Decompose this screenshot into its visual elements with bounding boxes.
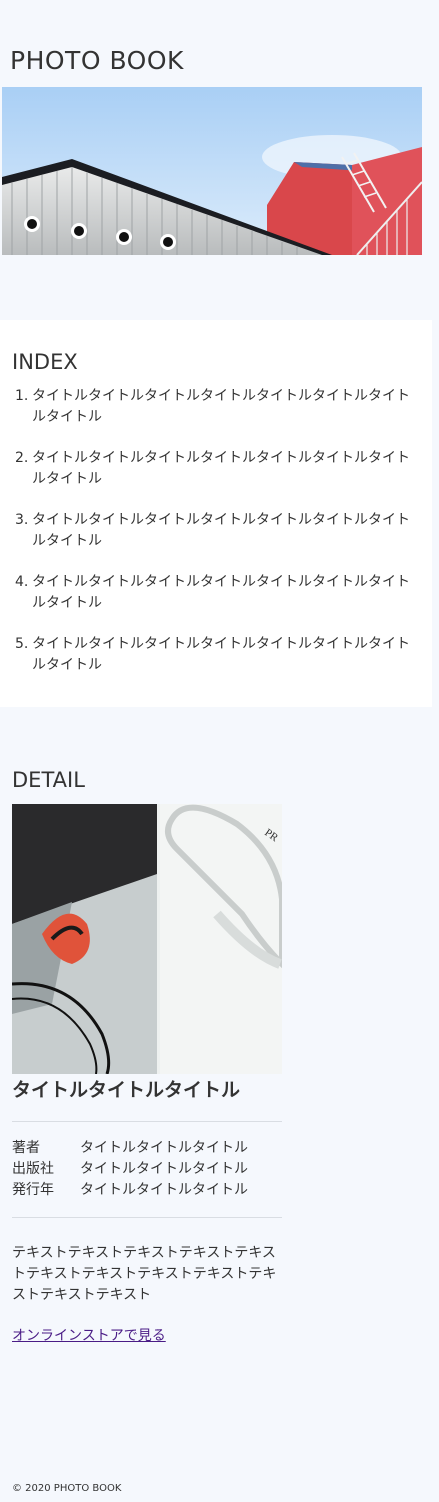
index-item[interactable]: 5. タイトルタイトルタイトルタイトルタイトルタイトルタイトルタイトル bbox=[12, 634, 412, 696]
index-item-number: 4. bbox=[15, 574, 29, 590]
meta-label: 著者 bbox=[12, 1140, 40, 1156]
index-item-label: タイトルタイトルタイトルタイトルタイトルタイトルタイトルタイトル bbox=[32, 450, 410, 487]
detail-heading: DETAIL bbox=[12, 768, 85, 792]
index-item[interactable]: 1. タイトルタイトルタイトルタイトルタイトルタイトルタイトルタイトル bbox=[12, 386, 412, 448]
meta-label: 発行年 bbox=[12, 1182, 54, 1198]
index-item-label: タイトルタイトルタイトルタイトルタイトルタイトルタイトルタイトル bbox=[32, 574, 410, 611]
meta-row-author: 著者 タイトルタイトルタイトル bbox=[12, 1138, 292, 1159]
index-list: 1. タイトルタイトルタイトルタイトルタイトルタイトルタイトルタイトル 2. タ… bbox=[12, 386, 412, 696]
index-item-number: 3. bbox=[15, 512, 29, 528]
index-item[interactable]: 3. タイトルタイトルタイトルタイトルタイトルタイトルタイトルタイトル bbox=[12, 510, 412, 572]
footer-copyright: © 2020 PHOTO BOOK bbox=[12, 1483, 122, 1494]
book-cover-image: PR bbox=[12, 804, 282, 1074]
index-item[interactable]: 4. タイトルタイトルタイトルタイトルタイトルタイトルタイトルタイトル bbox=[12, 572, 412, 634]
book-title: タイトルタイトルタイトル bbox=[12, 1079, 241, 1101]
divider bbox=[12, 1121, 282, 1122]
meta-value: タイトルタイトルタイトル bbox=[80, 1161, 248, 1177]
meta-row-year: 発行年 タイトルタイトルタイトル bbox=[12, 1180, 292, 1201]
meta-value: タイトルタイトルタイトル bbox=[80, 1182, 248, 1198]
meta-row-publisher: 出版社 タイトルタイトルタイトル bbox=[12, 1159, 292, 1180]
meta-label: 出版社 bbox=[12, 1161, 54, 1177]
index-item-label: タイトルタイトルタイトルタイトルタイトルタイトルタイトルタイトル bbox=[32, 636, 410, 673]
online-store-link[interactable]: オンラインストアで見る bbox=[12, 1326, 166, 1347]
site-title: PHOTO BOOK bbox=[10, 46, 184, 75]
index-item-number: 5. bbox=[15, 636, 29, 652]
book-description: テキストテキストテキストテキストテキストテキストテキストテキストテキストテキスト… bbox=[12, 1245, 277, 1303]
hero-image bbox=[2, 87, 422, 255]
index-heading: INDEX bbox=[12, 350, 78, 374]
index-item-label: タイトルタイトルタイトルタイトルタイトルタイトルタイトルタイトル bbox=[32, 388, 410, 425]
divider bbox=[12, 1217, 282, 1218]
meta-value: タイトルタイトルタイトル bbox=[80, 1140, 248, 1156]
index-item-number: 1. bbox=[15, 388, 29, 404]
index-section: INDEX 1. タイトルタイトルタイトルタイトルタイトルタイトルタイトルタイト… bbox=[0, 320, 432, 707]
index-item-label: タイトルタイトルタイトルタイトルタイトルタイトルタイトルタイトル bbox=[32, 512, 410, 549]
index-item[interactable]: 2. タイトルタイトルタイトルタイトルタイトルタイトルタイトルタイトル bbox=[12, 448, 412, 510]
book-meta: 著者 タイトルタイトルタイトル 出版社 タイトルタイトルタイトル 発行年 タイト… bbox=[12, 1138, 292, 1201]
index-item-number: 2. bbox=[15, 450, 29, 466]
